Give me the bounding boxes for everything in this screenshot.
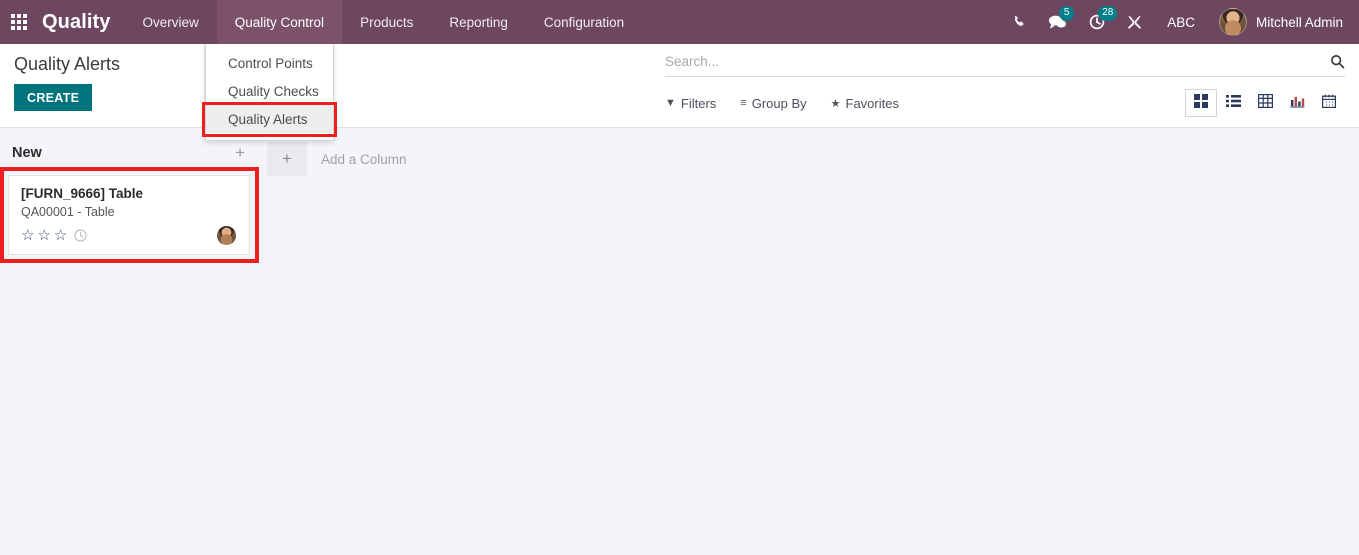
create-button[interactable]: CREATE — [14, 84, 93, 111]
add-column-plus-icon[interactable]: + — [267, 142, 307, 176]
filter-row: ▼ Filters ≡ Group By ★ Favorites — [665, 89, 1345, 117]
bar-chart-icon — [1289, 94, 1305, 113]
control-panel: Quality Alerts CREATE ▼ Filters ≡ Group … — [0, 44, 1359, 128]
filters-label: Filters — [680, 95, 717, 111]
kanban-card-wrapper: [FURN_9666] Table QA00001 - Table ☆ ☆ ☆ — [0, 167, 259, 263]
language-selector[interactable]: ABC — [1153, 15, 1209, 30]
kanban-columns: New + [FURN_9666] Table QA00001 - Table … — [0, 128, 1359, 263]
pivot-icon — [1257, 93, 1273, 113]
view-switcher — [1185, 89, 1345, 117]
activities-button[interactable]: 28 — [1078, 0, 1118, 44]
filters-button[interactable]: ▼ Filters — [665, 96, 716, 111]
debug-tools-button[interactable] — [1116, 0, 1153, 44]
group-by-icon: ≡ — [740, 97, 747, 109]
list-view-button[interactable] — [1217, 89, 1249, 117]
kanban-card[interactable]: [FURN_9666] Table QA00001 - Table ☆ ☆ ☆ — [8, 175, 251, 255]
kanban-column-new: New + [FURN_9666] Table QA00001 - Table … — [0, 128, 267, 263]
top-navbar: Quality Overview Quality Control Product… — [0, 0, 1359, 44]
dropdown-item-quality-alerts[interactable]: Quality Alerts — [206, 105, 333, 133]
search-icon[interactable] — [1330, 54, 1345, 69]
calendar-view-button[interactable] — [1313, 89, 1345, 117]
tools-icon — [1127, 15, 1142, 30]
menu-item-overview[interactable]: Overview — [125, 0, 217, 44]
brand-title[interactable]: Quality — [38, 0, 125, 44]
add-record-icon[interactable]: + — [235, 144, 245, 161]
pivot-view-button[interactable] — [1249, 89, 1281, 117]
clock-icon[interactable] — [74, 229, 87, 242]
apps-menu-button[interactable] — [0, 0, 38, 44]
menu-item-configuration[interactable]: Configuration — [526, 0, 642, 44]
user-menu[interactable]: Mitchell Admin — [1209, 8, 1351, 36]
kanban-icon — [1194, 93, 1208, 113]
quality-control-dropdown: Control Points Quality Checks Quality Al… — [202, 44, 337, 141]
card-title: [FURN_9666] Table — [21, 186, 144, 201]
favorites-button[interactable]: ★ Favorites — [831, 96, 899, 111]
star-icon-3[interactable]: ☆ — [54, 228, 67, 243]
apps-grid-icon — [11, 14, 27, 30]
avatar — [1218, 8, 1247, 36]
search-bar — [665, 54, 1345, 77]
search-input[interactable] — [665, 54, 1330, 69]
list-icon — [1225, 94, 1241, 113]
user-name-label: Mitchell Admin — [1255, 14, 1343, 30]
menu-item-products[interactable]: Products — [342, 0, 431, 44]
star-icon-1[interactable]: ☆ — [21, 228, 34, 243]
dropdown-item-control-points[interactable]: Control Points — [206, 49, 333, 77]
add-column-label[interactable]: Add a Column — [321, 152, 407, 167]
phone-icon — [1012, 15, 1026, 29]
graph-view-button[interactable] — [1281, 89, 1313, 117]
filter-icon: ▼ — [665, 97, 676, 109]
activities-badge: 28 — [1098, 6, 1118, 21]
navbar-right-tools: 5 28 ABC Mitchell Admin — [1001, 0, 1359, 44]
group-by-label: Group By — [751, 95, 807, 111]
card-subtitle: QA00001 - Table — [21, 205, 115, 219]
phone-button[interactable] — [1001, 0, 1037, 44]
favorites-label: Favorites — [845, 95, 899, 111]
card-footer: ☆ ☆ ☆ — [21, 226, 236, 245]
menu-item-quality-control[interactable]: Quality Control — [216, 0, 343, 44]
dropdown-item-quality-checks[interactable]: Quality Checks — [206, 77, 333, 105]
card-avatar[interactable] — [217, 226, 236, 245]
page-title: Quality Alerts — [14, 54, 121, 74]
messages-button[interactable]: 5 — [1037, 0, 1078, 44]
control-panel-right: ▼ Filters ≡ Group By ★ Favorites — [205, 44, 1359, 127]
kanban-board: New + [FURN_9666] Table QA00001 - Table … — [0, 128, 1359, 555]
calendar-icon — [1322, 94, 1337, 113]
messages-badge: 5 — [1059, 6, 1075, 21]
column-title: New — [12, 144, 42, 161]
control-panel-left: Quality Alerts CREATE — [0, 44, 205, 127]
menu-item-reporting[interactable]: Reporting — [431, 0, 526, 44]
group-by-button[interactable]: ≡ Group By — [740, 96, 806, 111]
star-icon: ★ — [830, 97, 841, 110]
kanban-view-button[interactable] — [1185, 89, 1217, 117]
priority-stars[interactable]: ☆ ☆ ☆ — [21, 228, 67, 243]
main-menu: Overview Quality Control Products Report… — [125, 0, 643, 44]
star-icon-2[interactable]: ☆ — [37, 228, 50, 243]
